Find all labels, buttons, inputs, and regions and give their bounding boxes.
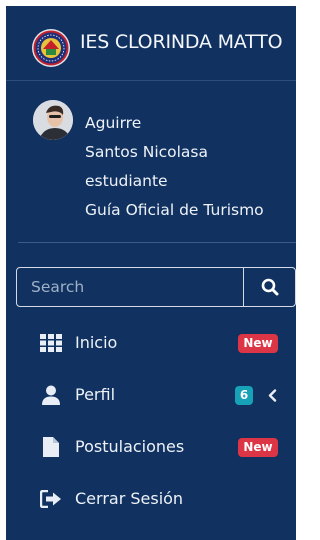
new-badge: New bbox=[238, 334, 278, 353]
divider bbox=[18, 242, 296, 243]
user-last-name[interactable]: Aguirre bbox=[85, 114, 141, 132]
menu-label-postulaciones: Postulaciones bbox=[75, 437, 185, 456]
institution-seal-icon bbox=[32, 29, 70, 67]
new-badge: New bbox=[238, 438, 278, 457]
brand-link[interactable]: IES CLORINDA MATTO bbox=[6, 6, 296, 81]
sidebar-search bbox=[16, 267, 296, 307]
sidebar: IES CLORINDA MATTO Aguirre Santos Nicola… bbox=[6, 6, 296, 540]
menu-label-perfil: Perfil bbox=[75, 385, 116, 404]
search-button[interactable] bbox=[243, 268, 295, 306]
user-role: estudiante bbox=[85, 172, 168, 190]
sign-out-icon bbox=[39, 489, 63, 509]
search-icon bbox=[261, 278, 278, 296]
user-icon bbox=[39, 385, 63, 405]
menu-item-inicio[interactable]: Inicio New bbox=[6, 321, 296, 365]
menu-item-perfil[interactable]: Perfil 6 bbox=[6, 373, 296, 417]
chevron-left-icon[interactable] bbox=[268, 389, 277, 402]
search-input[interactable] bbox=[17, 268, 243, 306]
menu-item-cerrar-sesion[interactable]: Cerrar Sesión bbox=[6, 477, 296, 521]
avatar-image bbox=[33, 100, 73, 140]
menu-item-postulaciones[interactable]: Postulaciones New bbox=[6, 425, 296, 469]
brand-title: IES CLORINDA MATTO bbox=[80, 31, 283, 53]
menu-label-cerrar-sesion: Cerrar Sesión bbox=[75, 489, 184, 508]
menu-label-inicio: Inicio bbox=[75, 333, 118, 352]
user-program: Guía Oficial de Turismo bbox=[85, 201, 264, 219]
count-badge: 6 bbox=[235, 386, 253, 405]
user-avatar[interactable] bbox=[33, 100, 73, 140]
user-first-name[interactable]: Santos Nicolasa bbox=[85, 143, 208, 161]
file-icon bbox=[39, 437, 63, 457]
user-panel: Aguirre Santos Nicolasa estudiante Guía … bbox=[6, 80, 296, 242]
grid-icon bbox=[39, 333, 63, 353]
